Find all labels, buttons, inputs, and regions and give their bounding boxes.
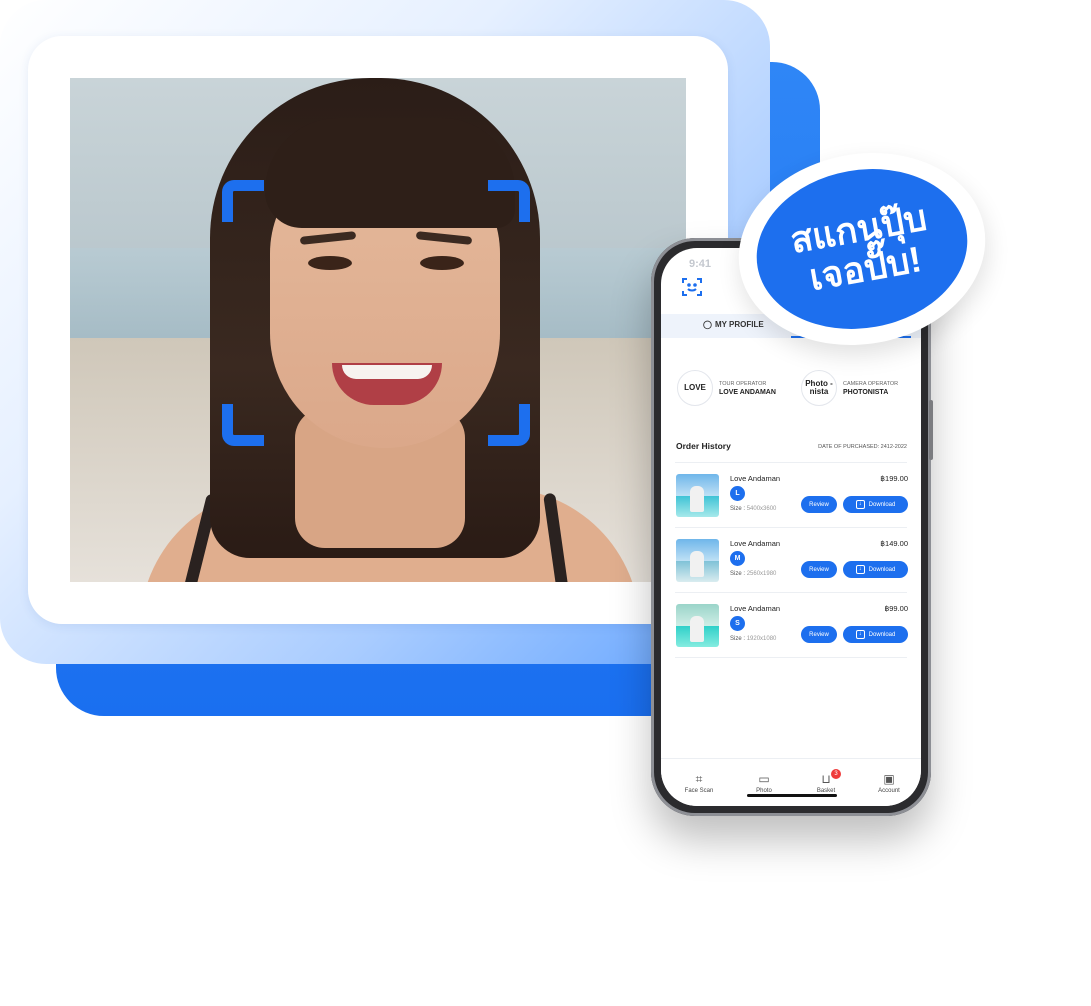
review-button[interactable]: Review: [801, 626, 837, 643]
operator-name: LOVE ANDAMAN: [719, 388, 776, 396]
order-size: Size : 1920x1080: [730, 636, 776, 642]
account-icon: ▣: [883, 772, 895, 786]
size-value: 2560x1980: [746, 571, 777, 577]
divider: [675, 527, 907, 528]
nav-basket[interactable]: ⊔ 3 Basket: [801, 769, 851, 794]
download-label: Download: [868, 501, 896, 508]
home-indicator: [747, 794, 837, 797]
size-label: Size :: [730, 571, 746, 577]
order-name: Love Andaman: [730, 539, 781, 548]
download-button[interactable]: ↓ Download: [843, 561, 908, 578]
order-row: Love Andaman L Size : 5400x3600 ฿199.00 …: [676, 470, 908, 520]
divider: [675, 592, 907, 593]
nav-face-scan[interactable]: ⌗ Face Scan: [674, 773, 724, 794]
download-label: Download: [868, 631, 896, 638]
nav-account[interactable]: ▣ Account: [864, 773, 914, 794]
status-time: 9:41: [689, 258, 712, 270]
nav-account-label: Account: [878, 788, 900, 794]
bottom-nav: ⌗ Face Scan ▭ Photo ⊔ 3 Basket ▣ Account: [661, 758, 921, 806]
divider: [675, 657, 907, 658]
order-name: Love Andaman: [730, 604, 781, 613]
nav-face-scan-label: Face Scan: [684, 788, 714, 794]
scan-bracket-top-right: [488, 180, 530, 222]
cart-icon: ⊔: [821, 772, 831, 786]
download-icon: ↓: [855, 500, 865, 509]
order-size: Size : 5400x3600: [730, 506, 776, 512]
review-button[interactable]: Review: [801, 496, 837, 513]
face-scan-icon: ⌗: [695, 772, 703, 786]
size-badge: S: [730, 616, 745, 631]
order-row: Love Andaman S Size : 1920x1080 ฿99.00 R…: [676, 600, 908, 650]
tab-my-profile[interactable]: ◯ MY PROFILE: [703, 320, 764, 329]
tour-operator-card[interactable]: LOVE TOUR OPERATOR LOVE ANDAMAN: [677, 370, 776, 406]
size-value: 1920x1080: [746, 636, 777, 642]
download-icon: ↓: [855, 565, 865, 574]
scan-bracket-bottom-right: [488, 404, 530, 446]
face-photo: [70, 78, 686, 582]
size-badge: L: [730, 486, 745, 501]
photo-eye-left: [308, 256, 352, 270]
love-andaman-logo: LOVE: [677, 370, 713, 406]
user-circle-icon: ◯: [703, 320, 712, 329]
order-history-title: Order History: [676, 441, 731, 451]
order-thumbnail[interactable]: [676, 539, 719, 582]
download-button[interactable]: ↓ Download: [843, 626, 908, 643]
order-thumbnail[interactable]: [676, 604, 719, 647]
download-label: Download: [868, 566, 896, 573]
order-price: ฿99.00: [884, 604, 908, 613]
photo-teeth: [342, 365, 432, 379]
photo-eye-right: [420, 256, 464, 270]
divider: [675, 462, 907, 463]
size-badge: M: [730, 551, 745, 566]
download-button[interactable]: ↓ Download: [843, 496, 908, 513]
operator-name: PHOTONISTA: [843, 388, 889, 396]
order-thumbnail[interactable]: [676, 474, 719, 517]
scan-bracket-bottom-left: [222, 404, 264, 446]
order-price: ฿149.00: [880, 539, 908, 548]
order-price: ฿199.00: [880, 474, 908, 483]
download-icon: ↓: [855, 630, 865, 639]
photo-bangs: [265, 118, 515, 228]
order-row: Love Andaman M Size : 2560x1980 ฿149.00 …: [676, 535, 908, 585]
order-size: Size : 2560x1980: [730, 571, 776, 577]
operator-role: CAMERA OPERATOR: [843, 380, 899, 387]
size-label: Size :: [730, 636, 746, 642]
order-date: DATE OF PURCHASED: 2412-2022: [818, 444, 907, 450]
size-label: Size :: [730, 506, 746, 512]
camera-operator-card[interactable]: Photo -nista CAMERA OPERATOR PHOTONISTA: [801, 370, 898, 406]
operator-role: TOUR OPERATOR: [719, 380, 767, 387]
size-value: 5400x3600: [746, 506, 777, 512]
nav-photo[interactable]: ▭ Photo: [739, 773, 789, 794]
face-scan-logo-icon: [681, 276, 703, 298]
image-icon: ▭: [758, 772, 770, 786]
photonista-logo-text: Photo -nista: [805, 379, 833, 396]
order-name: Love Andaman: [730, 474, 781, 483]
phone-side-button: [929, 400, 933, 460]
scan-bracket-top-left: [222, 180, 264, 222]
photonista-logo: Photo -nista: [801, 370, 837, 406]
review-button[interactable]: Review: [801, 561, 837, 578]
love-andaman-logo-text: LOVE: [684, 383, 706, 392]
basket-count-badge: 3: [831, 769, 841, 779]
tab-my-profile-label: MY PROFILE: [714, 320, 764, 329]
